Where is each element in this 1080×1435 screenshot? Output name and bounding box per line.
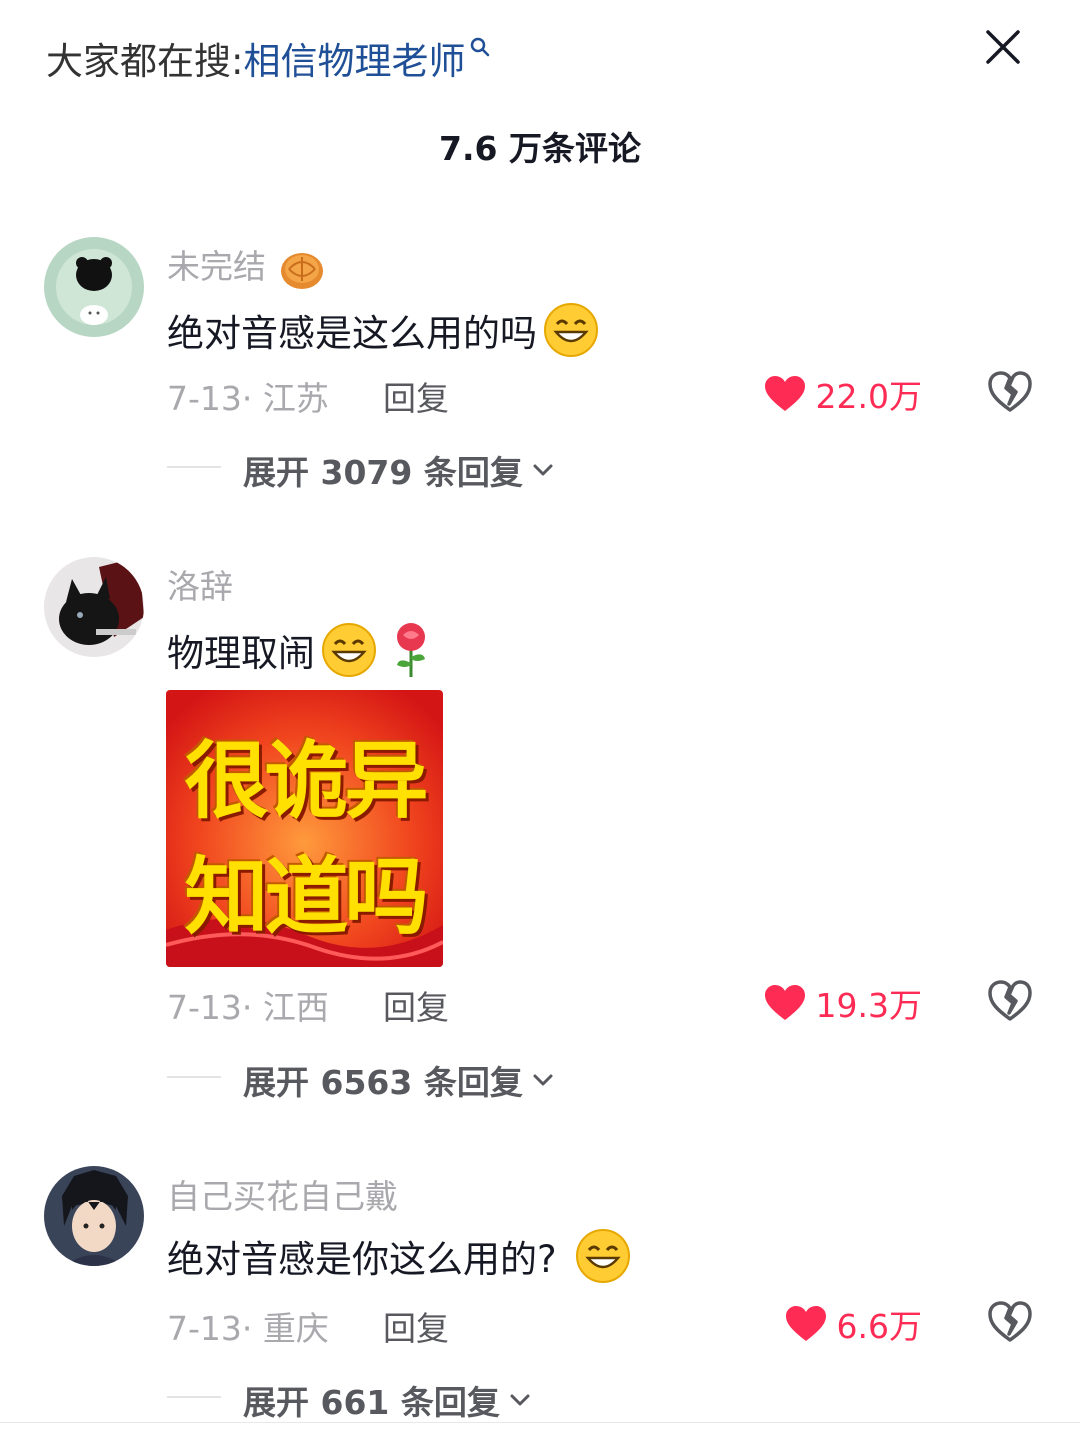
- comment-date: 7-13: [167, 1309, 242, 1348]
- like-count: 19.3万: [815, 986, 922, 1025]
- username-text: 未完结: [167, 247, 266, 286]
- comment-text-value: 绝对音感是你这么用的?: [167, 1238, 557, 1281]
- rose-icon: [397, 623, 425, 677]
- username[interactable]: 自己买花自己戴: [167, 1170, 398, 1218]
- avatar[interactable]: [44, 1166, 144, 1266]
- comment-meta: 7-13· 江西: [167, 988, 329, 1027]
- grin-face-icon: [544, 303, 598, 357]
- expand-replies-label: 展开 3079 条回复: [243, 453, 523, 492]
- like-button[interactable]: 6.6万: [785, 1300, 922, 1348]
- like-button[interactable]: 22.0万: [764, 370, 922, 418]
- heart-icon: [764, 985, 805, 1020]
- expand-replies-button[interactable]: 展开 6563 条回复: [243, 1056, 555, 1104]
- divider: [167, 1076, 221, 1078]
- comment-date: 7-13: [167, 988, 242, 1027]
- broken-heart-icon[interactable]: [986, 977, 1034, 1025]
- chevron-down-icon: [510, 1394, 530, 1406]
- comment-location: 江苏: [262, 379, 329, 418]
- expand-replies-button[interactable]: 展开 661 条回复: [243, 1376, 532, 1424]
- chevron-down-icon: [533, 464, 553, 476]
- comment-meta: 7-13· 江苏: [167, 379, 329, 418]
- trending-search-prefix: 大家都在搜:: [46, 40, 244, 83]
- like-count: 6.6万: [836, 1307, 922, 1346]
- comment-location: 重庆: [262, 1309, 329, 1348]
- bottom-divider: [0, 1422, 1080, 1423]
- comment-date: 7-13: [167, 379, 242, 418]
- grin-face-icon: [575, 1229, 630, 1283]
- reply-button[interactable]: 回复: [383, 1302, 449, 1350]
- comment-meta: 7-13· 重庆: [167, 1309, 329, 1348]
- avatar[interactable]: [44, 557, 144, 657]
- comment-text: 物理取闹: [167, 621, 433, 679]
- like-button[interactable]: 19.3万: [764, 979, 922, 1027]
- trending-search-bar[interactable]: 大家都在搜: 相信物理老师: [46, 30, 491, 86]
- close-button[interactable]: [978, 22, 1028, 72]
- expand-replies-label: 展开 661 条回复: [243, 1383, 500, 1422]
- username[interactable]: 洛辞: [167, 560, 233, 608]
- comment-text: 绝对音感是你这么用的?: [167, 1228, 631, 1284]
- divider: [167, 466, 221, 468]
- comment-location: 江西: [262, 988, 329, 1027]
- chevron-down-icon: [533, 1074, 553, 1086]
- comment-text: 绝对音感是这么用的吗: [167, 302, 599, 358]
- close-icon: [986, 30, 1020, 64]
- mooncake-icon: [280, 252, 323, 289]
- heart-icon: [764, 376, 805, 411]
- expand-replies-label: 展开 6563 条回复: [243, 1063, 523, 1102]
- divider: [167, 1396, 221, 1398]
- sticker-text-line: 知道吗: [184, 848, 428, 946]
- comment-text-value: 物理取闹: [167, 632, 315, 675]
- grin-face-icon: [322, 623, 376, 677]
- username[interactable]: 未完结: [167, 240, 325, 291]
- broken-heart-icon[interactable]: [986, 368, 1034, 416]
- search-icon: [471, 37, 490, 57]
- comment-text-value: 绝对音感是这么用的吗: [167, 312, 537, 355]
- avatar[interactable]: [44, 237, 144, 337]
- reply-button[interactable]: 回复: [383, 372, 449, 420]
- reply-button[interactable]: 回复: [383, 981, 449, 1029]
- sticker-image[interactable]: 很诡异 知道吗: [166, 690, 443, 967]
- heart-icon: [785, 1306, 826, 1341]
- comment-count-title: 7.6 万条评论: [439, 129, 641, 168]
- expand-replies-button[interactable]: 展开 3079 条回复: [243, 446, 555, 494]
- trending-search-term[interactable]: 相信物理老师: [243, 31, 465, 85]
- broken-heart-icon[interactable]: [986, 1298, 1034, 1346]
- like-count: 22.0万: [815, 377, 922, 416]
- sticker-text-line: 很诡异: [184, 732, 428, 830]
